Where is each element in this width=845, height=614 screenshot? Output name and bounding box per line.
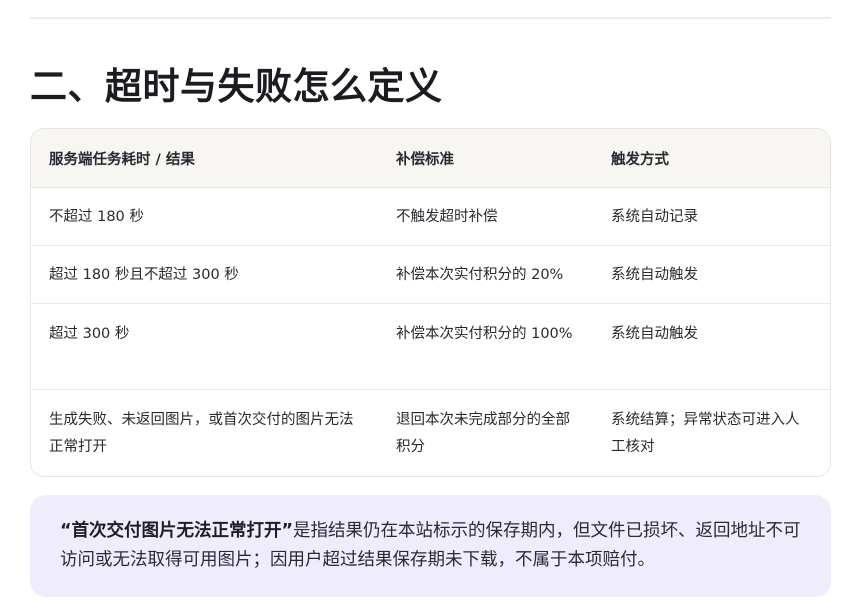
- section-title: 二、超时与失败怎么定义: [30, 65, 443, 108]
- table-header-row: 服务端任务耗时 / 结果 补偿标准 触发方式: [31, 129, 830, 188]
- cell-duration: 不超过 180 秒: [31, 187, 378, 246]
- cell-trigger: 系统结算；异常状态可进入人工核对: [611, 412, 800, 455]
- note-term: “首次交付图片无法正常打开”: [60, 521, 294, 541]
- cell-standard: 补偿本次实付积分的 100%: [378, 303, 593, 390]
- table-row: 不超过 180 秒 不触发超时补偿 系统自动记录: [31, 187, 830, 246]
- table-row: 生成失败、未返回图片，或首次交付的图片无法正常打开 退回本次未完成部分的全部积分…: [31, 390, 830, 476]
- cell-standard: 不触发超时补偿: [378, 187, 593, 246]
- table-row: 超过 300 秒 补偿本次实付积分的 100% 系统自动触发: [31, 303, 830, 390]
- column-header-standard: 补偿标准: [378, 129, 593, 188]
- divider: [30, 17, 831, 19]
- column-header-duration: 服务端任务耗时 / 结果: [31, 129, 378, 188]
- compensation-table: 服务端任务耗时 / 结果 补偿标准 触发方式 不超过 180 秒 不触发超时补偿…: [31, 129, 830, 476]
- cell-trigger: 系统自动触发: [593, 303, 830, 390]
- cell-standard: 补偿本次实付积分的 20%: [378, 245, 593, 304]
- cell-duration: 超过 180 秒且不超过 300 秒: [31, 245, 378, 304]
- cell-duration: 生成失败、未返回图片，或首次交付的图片无法正常打开: [49, 412, 354, 455]
- compensation-table-card: 服务端任务耗时 / 结果 补偿标准 触发方式 不超过 180 秒 不触发超时补偿…: [30, 128, 831, 477]
- cell-duration: 超过 300 秒: [31, 303, 378, 390]
- cell-trigger: 系统自动触发: [593, 245, 830, 304]
- cell-standard: 退回本次未完成部分的全部积分: [396, 412, 570, 455]
- table-row: 超过 180 秒且不超过 300 秒 补偿本次实付积分的 20% 系统自动触发: [31, 245, 830, 304]
- page: 二、超时与失败怎么定义 服务端任务耗时 / 结果 补偿标准 触发方式 不超过 1…: [0, 0, 845, 614]
- column-header-trigger: 触发方式: [593, 129, 830, 188]
- definition-note: “首次交付图片无法正常打开”是指结果仍在本站标示的保存期内，但文件已损坏、返回地…: [30, 495, 831, 597]
- cell-trigger: 系统自动记录: [593, 187, 830, 246]
